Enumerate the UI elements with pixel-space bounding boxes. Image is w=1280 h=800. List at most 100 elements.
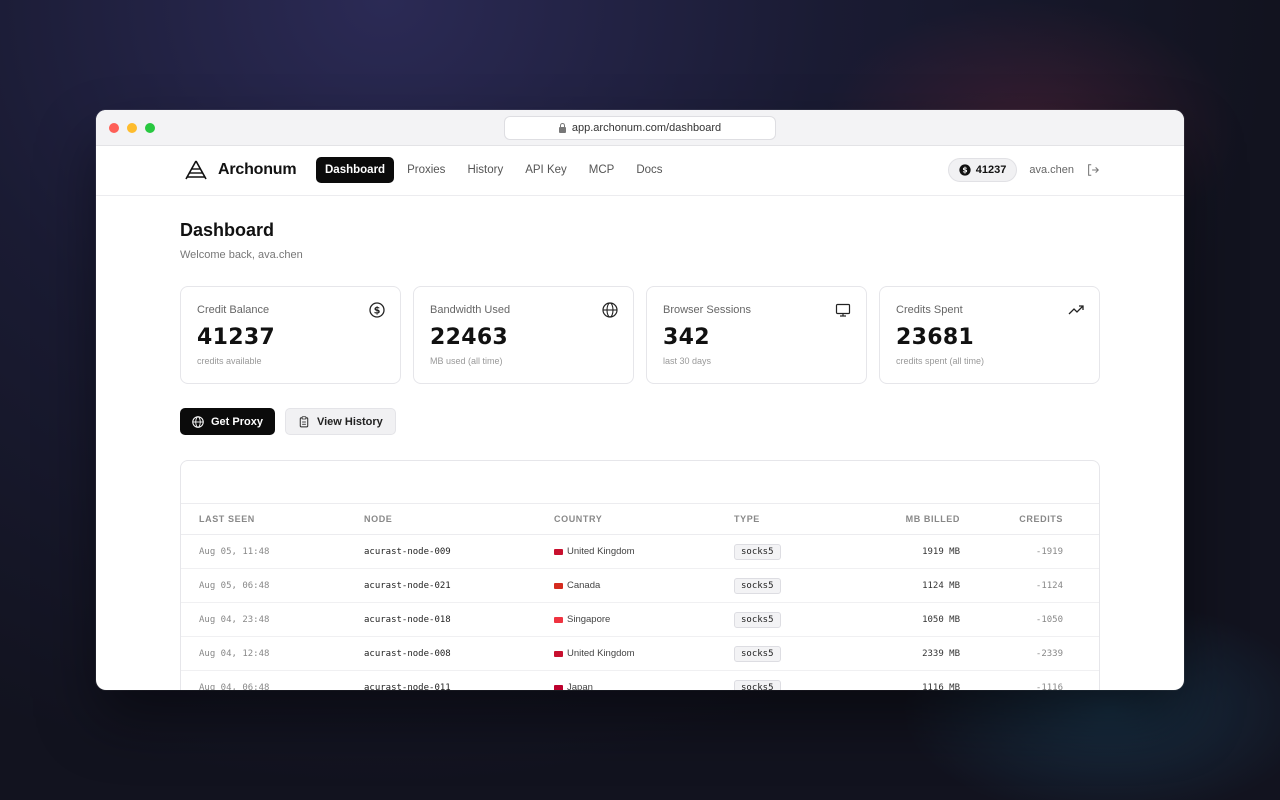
svg-text:$: $ bbox=[374, 306, 381, 317]
nav-dashboard[interactable]: Dashboard bbox=[316, 157, 395, 183]
close-window-button[interactable] bbox=[109, 123, 119, 133]
cell-last-seen: Aug 04, 12:48 bbox=[199, 648, 270, 659]
stat-sub: credits spent (all time) bbox=[896, 356, 985, 366]
get-proxy-button[interactable]: Get Proxy bbox=[180, 408, 275, 435]
table-row[interactable]: Aug 05, 06:48 acurast-node-021 Canada socks… bbox=[181, 569, 1099, 603]
cell-credits: -1124 bbox=[1035, 580, 1063, 591]
page-title: Dashboard bbox=[180, 220, 275, 240]
stat-label: Credit Balance bbox=[197, 304, 270, 316]
cell-node: acurast-node-018 bbox=[364, 614, 451, 625]
stat-value: 22463 bbox=[430, 325, 509, 350]
table-row[interactable]: Aug 04, 06:48 acurast-node-011 Japan socks5… bbox=[181, 671, 1099, 690]
country-name: Japan bbox=[567, 682, 593, 690]
cell-credits: -1116 bbox=[1035, 682, 1063, 691]
main-content: Dashboard Welcome back, ava.chen Credit … bbox=[180, 220, 1100, 690]
globe-icon bbox=[602, 302, 618, 318]
cell-last-seen: Aug 05, 06:48 bbox=[199, 580, 270, 591]
stat-sub: last 30 days bbox=[663, 356, 712, 366]
header-last-seen[interactable]: LAST SEEN bbox=[181, 514, 364, 524]
cell-node: acurast-node-011 bbox=[364, 682, 451, 691]
country-name: Canada bbox=[567, 580, 601, 591]
stat-label: Bandwidth Used bbox=[430, 304, 511, 316]
nav-right: $ 41237 ava.chen bbox=[947, 158, 1100, 182]
type-badge: socks5 bbox=[734, 577, 781, 594]
cell-credits: -1050 bbox=[1035, 614, 1063, 625]
header-node[interactable]: NODE bbox=[364, 514, 554, 524]
table-row[interactable]: Aug 04, 23:48 acurast-node-018 Singapore so… bbox=[181, 603, 1099, 637]
table-header: LAST SEEN NODE COUNTRY TYPE MB BILLED CR… bbox=[181, 504, 1099, 535]
top-navbar: Archonum Dashboard Proxies History API K… bbox=[96, 146, 1184, 196]
header-type[interactable]: TYPE bbox=[734, 514, 854, 524]
table-row[interactable]: Aug 05, 11:48 acurast-node-009 United King… bbox=[181, 535, 1099, 569]
flag-icon bbox=[554, 548, 563, 555]
stat-sub: credits available bbox=[197, 356, 262, 366]
stat-card-credits-spent: Credits Spent 23681 credits spent (all t… bbox=[879, 286, 1100, 384]
cell-mb-billed: 1050 MB bbox=[922, 614, 960, 625]
stat-card-credit-balance: Credit Balance $ 41237 credits available bbox=[180, 286, 401, 384]
cell-mb-billed: 1124 MB bbox=[922, 580, 960, 591]
cell-country: Canada bbox=[554, 580, 734, 591]
stat-value: 23681 bbox=[896, 325, 975, 350]
logout-icon[interactable] bbox=[1086, 163, 1100, 177]
cell-last-seen: Aug 05, 11:48 bbox=[199, 546, 270, 557]
svg-text:$: $ bbox=[962, 166, 967, 175]
nav-proxies[interactable]: Proxies bbox=[398, 157, 454, 183]
action-buttons: Get Proxy View History bbox=[180, 408, 396, 435]
cell-credits: -1919 bbox=[1035, 546, 1063, 557]
cell-country: United Kingdom bbox=[554, 546, 734, 557]
nav-docs[interactable]: Docs bbox=[627, 157, 671, 183]
nav-mcp[interactable]: MCP bbox=[580, 157, 624, 183]
cell-country: Japan bbox=[554, 682, 734, 690]
cell-country: United Kingdom bbox=[554, 648, 734, 659]
type-badge: socks5 bbox=[734, 543, 781, 560]
view-history-button[interactable]: View History bbox=[284, 408, 396, 435]
flag-icon bbox=[554, 684, 563, 690]
cell-mb-billed: 2339 MB bbox=[922, 648, 960, 659]
stat-value: 342 bbox=[663, 325, 710, 350]
minimize-window-button[interactable] bbox=[127, 123, 137, 133]
stat-value: 41237 bbox=[197, 325, 276, 350]
country-name: United Kingdom bbox=[567, 648, 635, 659]
header-country[interactable]: COUNTRY bbox=[554, 514, 734, 524]
nav-api-key[interactable]: API Key bbox=[516, 157, 576, 183]
username: ava.chen bbox=[1029, 164, 1074, 176]
clipboard-icon bbox=[299, 415, 309, 427]
cell-last-seen: Aug 04, 23:48 bbox=[199, 614, 270, 625]
header-credits[interactable]: CREDITS bbox=[960, 514, 1081, 524]
brand-name: Archonum bbox=[218, 161, 297, 178]
stat-label: Browser Sessions bbox=[663, 304, 752, 316]
cell-mb-billed: 1116 MB bbox=[922, 682, 960, 691]
maximize-window-button[interactable] bbox=[145, 123, 155, 133]
cell-credits: -2339 bbox=[1035, 648, 1063, 659]
nav-history[interactable]: History bbox=[458, 157, 512, 183]
header-mb-billed[interactable]: MB BILLED bbox=[854, 514, 960, 524]
cell-node: acurast-node-009 bbox=[364, 546, 451, 557]
view-history-label: View History bbox=[316, 415, 383, 428]
stat-label: Credits Spent bbox=[896, 304, 963, 316]
brand[interactable]: Archonum bbox=[184, 160, 297, 180]
country-name: Singapore bbox=[567, 614, 611, 625]
cell-last-seen: Aug 04, 06:48 bbox=[199, 682, 270, 691]
stat-card-bandwidth-used: Bandwidth Used 22463 MB used (all time) bbox=[413, 286, 634, 384]
url-text: app.archonum.com/dashboard bbox=[571, 122, 722, 134]
type-badge: socks5 bbox=[734, 611, 781, 628]
country-name: United Kingdom bbox=[567, 546, 635, 557]
browser-chrome: app.archonum.com/dashboard bbox=[96, 110, 1184, 146]
lock-icon bbox=[558, 122, 566, 133]
stat-sub: MB used (all time) bbox=[430, 356, 503, 366]
nav-links: Dashboard Proxies History API Key MCP Do… bbox=[316, 157, 672, 183]
flag-icon bbox=[554, 650, 563, 657]
browser-window: app.archonum.com/dashboard Archonum Dash… bbox=[96, 110, 1184, 690]
cell-node: acurast-node-021 bbox=[364, 580, 451, 591]
trending-up-icon bbox=[1068, 305, 1084, 315]
credits-pill[interactable]: $ 41237 bbox=[947, 158, 1018, 182]
dollar-circle-icon: $ bbox=[369, 302, 385, 318]
get-proxy-label: Get Proxy bbox=[211, 415, 263, 428]
table-row[interactable]: Aug 04, 12:48 acurast-node-008 United King… bbox=[181, 637, 1099, 671]
window-controls bbox=[109, 123, 155, 133]
type-badge: socks5 bbox=[734, 645, 781, 662]
dollar-circle-icon: $ bbox=[959, 164, 971, 176]
sessions-table: LAST SEEN NODE COUNTRY TYPE MB BILLED CR… bbox=[180, 460, 1100, 690]
archonum-logo-icon bbox=[185, 160, 207, 180]
address-bar[interactable]: app.archonum.com/dashboard bbox=[504, 116, 776, 140]
